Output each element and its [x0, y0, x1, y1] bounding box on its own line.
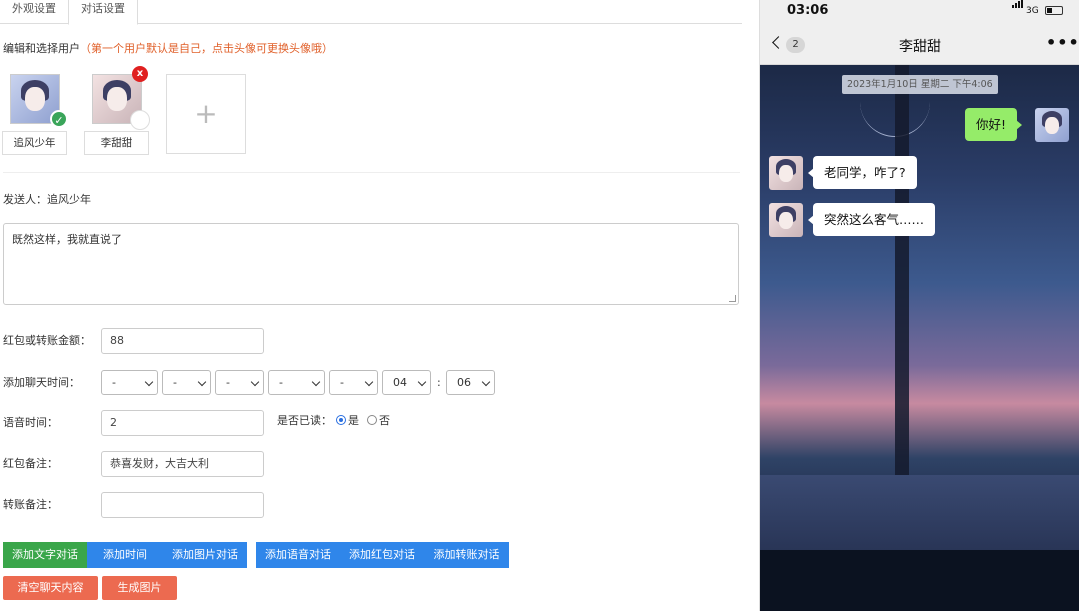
tab-appearance[interactable]: 外观设置: [0, 0, 68, 24]
add-image-button[interactable]: 添加图片对话: [163, 542, 247, 568]
chat-time-label: 添加聊天时间：: [3, 376, 80, 389]
users-section-label: 编辑和选择用户（第一个用户默认是自己，点击头像可更换头像哦）: [3, 40, 333, 56]
network-type: 3G: [1026, 6, 1039, 16]
add-text-button[interactable]: 添加文字对话: [3, 542, 87, 568]
minute-select-value: 06: [457, 376, 471, 389]
chevron-down-icon: [250, 377, 260, 387]
users-hint: （第一个用户默认是自己，点击头像可更换头像哦）: [80, 42, 333, 55]
message-bubble-them-1: 老同学，咋了?: [808, 156, 917, 189]
phone-preview: 03:06 3G 2 李甜甜 ••• 2023年1月10日 星期二 下午4:06…: [759, 0, 1079, 611]
users-label-text: 编辑和选择用户: [3, 42, 80, 55]
amount-label: 红包或转账金额：: [3, 334, 91, 347]
add-time-button[interactable]: 添加时间: [87, 542, 163, 568]
chevron-down-icon: [144, 377, 154, 387]
avatar-them: [769, 156, 803, 190]
delete-user-icon[interactable]: x: [132, 66, 148, 82]
read-yes-label[interactable]: 是: [348, 414, 359, 427]
read-status: 是否已读： 是 否: [277, 410, 390, 432]
selected-check-icon: ✓: [50, 110, 68, 128]
user-name-2[interactable]: 李甜甜: [84, 131, 149, 155]
add-voice-button[interactable]: 添加语音对话: [256, 542, 340, 568]
add-transfer-button[interactable]: 添加转账对话: [424, 542, 509, 568]
more-icon[interactable]: •••: [1046, 35, 1079, 51]
sender-label: 发送人：追风少年: [3, 191, 91, 207]
chat-timestamp: 2023年1月10日 星期二 下午4:06: [842, 75, 998, 94]
message-textarea[interactable]: 既然这样，我就直说了: [3, 223, 739, 305]
redpacket-note-label: 红包备注：: [3, 457, 58, 470]
generate-image-button[interactable]: 生成图片: [102, 576, 177, 600]
read-label: 是否已读：: [277, 414, 332, 427]
month-select[interactable]: -: [162, 370, 211, 395]
avatar-me: [1035, 108, 1069, 142]
hour-select[interactable]: 04: [382, 370, 431, 395]
avatar-them: [769, 203, 803, 237]
ampm-select-value: -: [340, 376, 344, 389]
tab-dialog[interactable]: 对话设置: [68, 0, 138, 25]
chevron-down-icon: [197, 377, 207, 387]
clear-chat-button[interactable]: 清空聊天内容: [3, 576, 98, 600]
settings-tabs: 外观设置 对话设置: [0, 0, 742, 25]
transfer-note-input[interactable]: [101, 492, 264, 518]
divider: [3, 172, 740, 173]
sender-name: 追风少年: [47, 193, 91, 206]
year-select[interactable]: -: [101, 370, 158, 395]
day-select[interactable]: -: [215, 370, 264, 395]
chevron-down-icon: [364, 377, 374, 387]
read-yes-radio[interactable]: [336, 415, 346, 425]
message-bubble-me: 你好!: [965, 108, 1023, 141]
chat-header: 2 李甜甜 •••: [760, 24, 1079, 65]
resize-grip-icon[interactable]: [729, 295, 736, 302]
time-colon: :: [437, 376, 441, 389]
redpacket-note-input[interactable]: 恭喜发财，大吉大利: [101, 451, 264, 477]
weekday-select-value: -: [279, 376, 283, 389]
chevron-down-icon: [481, 377, 491, 387]
amount-input[interactable]: 88: [101, 328, 264, 354]
chat-title: 李甜甜: [899, 39, 941, 55]
sender-label-text: 发送人：: [3, 193, 47, 206]
background-floor: [760, 550, 1079, 611]
read-no-radio[interactable]: [367, 415, 377, 425]
settings-panel: 外观设置 对话设置 编辑和选择用户（第一个用户默认是自己，点击头像可更换头像哦）…: [0, 0, 745, 611]
add-user-button[interactable]: +: [166, 74, 246, 154]
message-text: 既然这样，我就直说了: [12, 233, 122, 246]
ampm-select[interactable]: -: [329, 370, 378, 395]
add-redpacket-button[interactable]: 添加红包对话: [340, 542, 424, 568]
chat-area: 2023年1月10日 星期二 下午4:06 你好! 老同学，咋了? 突然这么客气…: [760, 65, 1079, 611]
transfer-note-label: 转账备注：: [3, 498, 58, 511]
hour-select-value: 04: [393, 376, 407, 389]
user-name-1[interactable]: 追风少年: [2, 131, 67, 155]
weekday-select[interactable]: -: [268, 370, 325, 395]
chevron-down-icon: [417, 377, 427, 387]
year-select-value: -: [112, 376, 116, 389]
chevron-down-icon: [311, 377, 321, 387]
unselected-ring-icon[interactable]: [130, 110, 150, 130]
minute-select[interactable]: 06: [446, 370, 495, 395]
message-bubble-them-2: 突然这么客气……: [807, 203, 936, 236]
voice-label: 语音时间：: [3, 416, 58, 429]
read-no-label[interactable]: 否: [379, 414, 390, 427]
month-select-value: -: [173, 376, 177, 389]
status-bar: 03:06 3G: [760, 0, 1079, 24]
battery-icon: [1045, 6, 1063, 15]
status-time: 03:06: [787, 3, 829, 18]
voice-duration-input[interactable]: 2: [101, 410, 264, 436]
day-select-value: -: [226, 376, 230, 389]
